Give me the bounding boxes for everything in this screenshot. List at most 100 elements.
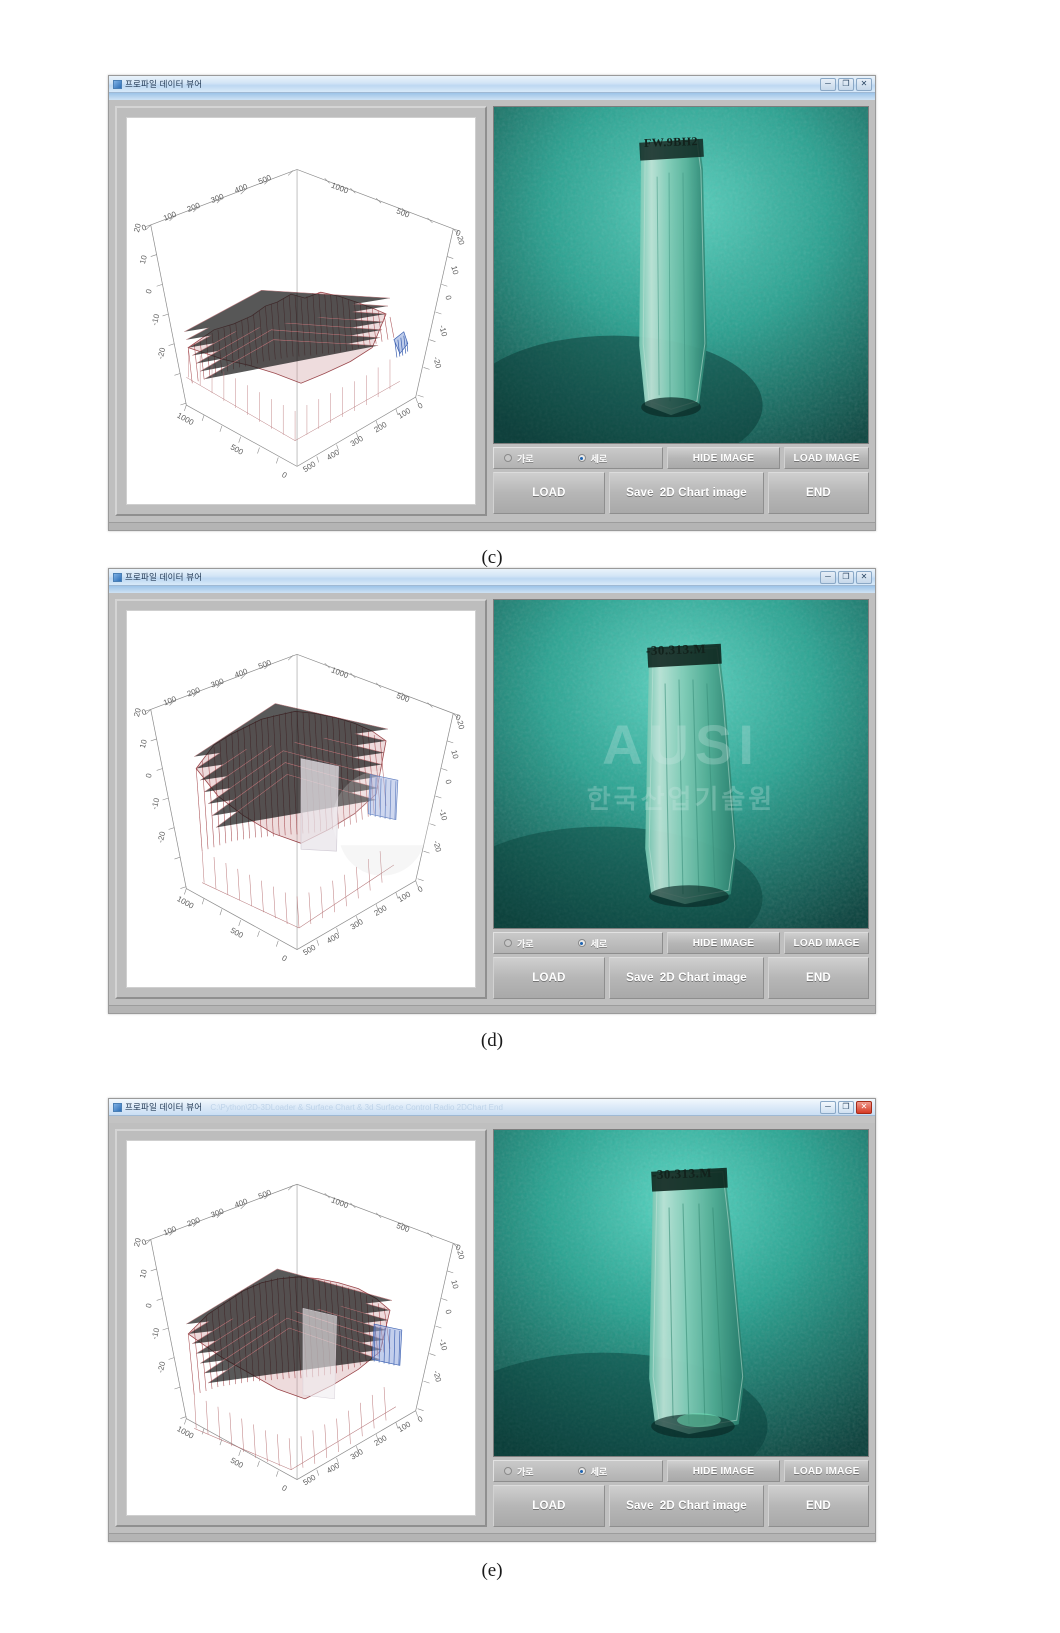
profile-data-viewer-window-d: 프로파일 데이터 뷰어 ─ ❐ ✕ 0 100 200 300 400 500 … bbox=[108, 568, 876, 1014]
maximize-button[interactable]: ❐ bbox=[838, 570, 854, 584]
svg-text:0: 0 bbox=[443, 294, 453, 301]
hide-image-button-e[interactable]: HIDE IMAGE bbox=[667, 1460, 780, 1482]
close-button[interactable]: ✕ bbox=[856, 1100, 872, 1114]
maximize-button[interactable]: ❐ bbox=[838, 77, 854, 91]
svg-text:0: 0 bbox=[144, 288, 154, 295]
minimize-button[interactable]: ─ bbox=[820, 570, 836, 584]
orientation-radio-group-d[interactable]: 가로 세로 bbox=[493, 932, 663, 954]
load-button-d[interactable]: LOAD bbox=[493, 957, 605, 999]
orientation-radio-group-c[interactable]: 가로 세로 bbox=[493, 447, 663, 469]
specimen-photo-e[interactable]: -30.313.M bbox=[493, 1129, 869, 1457]
radio-horizontal-label: 가로 bbox=[517, 938, 534, 949]
surface-chart-e[interactable]: 0 100 200 300 400 500 0 500 1000 20 10 0… bbox=[126, 1140, 476, 1516]
svg-text:1000: 1000 bbox=[175, 1424, 195, 1441]
svg-text:0: 0 bbox=[280, 1483, 289, 1493]
maximize-button[interactable]: ❐ bbox=[838, 1100, 854, 1114]
orientation-radio-group-e[interactable]: 가로 세로 bbox=[493, 1460, 663, 1482]
svg-text:200: 200 bbox=[186, 201, 202, 214]
save-label-c: Save bbox=[626, 487, 654, 499]
svg-text:300: 300 bbox=[210, 676, 226, 689]
svg-text:0: 0 bbox=[280, 953, 289, 963]
profile-data-viewer-window-c: 프로파일 데이터 뷰어 ─ ❐ ✕ 0 100 200 300 400 500 … bbox=[108, 75, 876, 531]
svg-text:1000: 1000 bbox=[330, 666, 350, 681]
svg-text:-20: -20 bbox=[432, 840, 444, 854]
radio-horizontal-c[interactable]: 가로 bbox=[504, 452, 534, 465]
chart-pane-e[interactable]: 0 100 200 300 400 500 0 500 1000 20 10 0… bbox=[115, 1129, 487, 1527]
minimize-button[interactable]: ─ bbox=[820, 77, 836, 91]
svg-text:-10: -10 bbox=[437, 808, 449, 822]
svg-text:200: 200 bbox=[186, 685, 202, 698]
radio-dot-icon bbox=[504, 1467, 512, 1475]
close-button[interactable]: ✕ bbox=[856, 77, 872, 91]
svg-text:300: 300 bbox=[349, 917, 365, 932]
save-2d-chart-image-button-c[interactable]: Save 2D Chart image bbox=[609, 472, 764, 514]
hide-image-button-d[interactable]: HIDE IMAGE bbox=[667, 932, 780, 954]
chart-pane-d[interactable]: 0 100 200 300 400 500 0 500 1000 20 10 0… bbox=[115, 599, 487, 999]
load-image-button-d[interactable]: LOAD IMAGE bbox=[784, 932, 869, 954]
svg-text:-20: -20 bbox=[156, 1360, 168, 1374]
titlebar-d: 프로파일 데이터 뷰어 ─ ❐ ✕ bbox=[109, 569, 875, 586]
svg-text:500: 500 bbox=[257, 173, 273, 186]
svg-text:0: 0 bbox=[416, 1414, 425, 1424]
svg-text:-10: -10 bbox=[437, 1338, 449, 1352]
main-action-row-e: LOAD Save 2D Chart image END bbox=[493, 1485, 869, 1527]
statusbar-c bbox=[109, 522, 875, 530]
window-controls-c: ─ ❐ ✕ bbox=[820, 77, 872, 91]
radio-vertical-d[interactable]: 세로 bbox=[577, 937, 608, 950]
radio-dot-icon bbox=[504, 939, 512, 947]
surface-chart-d[interactable]: 0 100 200 300 400 500 0 500 1000 20 10 0… bbox=[126, 610, 476, 988]
save-label-e: Save bbox=[626, 1500, 654, 1512]
minimize-button[interactable]: ─ bbox=[820, 1100, 836, 1114]
radio-horizontal-d[interactable]: 가로 bbox=[504, 937, 534, 950]
radio-vertical-e[interactable]: 세로 bbox=[577, 1465, 607, 1478]
svg-text:200: 200 bbox=[373, 1433, 389, 1448]
close-button[interactable]: ✕ bbox=[856, 570, 872, 584]
save-2d-chart-image-button-e[interactable]: Save 2D Chart image bbox=[609, 1485, 764, 1527]
end-button-e[interactable]: END bbox=[768, 1485, 869, 1527]
svg-text:10: 10 bbox=[449, 749, 460, 760]
svg-text:20: 20 bbox=[455, 1250, 466, 1261]
load-image-button-e[interactable]: LOAD IMAGE bbox=[784, 1460, 869, 1482]
save-2d-chart-image-button-d[interactable]: Save 2D Chart image bbox=[609, 957, 764, 999]
window-controls-e: ─ ❐ ✕ bbox=[820, 1100, 872, 1114]
svg-text:0: 0 bbox=[144, 772, 154, 779]
svg-text:0: 0 bbox=[443, 779, 453, 786]
load-image-button-c[interactable]: LOAD IMAGE bbox=[784, 447, 869, 469]
radio-vertical-c[interactable]: 세로 bbox=[577, 452, 607, 465]
titlebar-background-text bbox=[202, 569, 820, 585]
figure-c: 프로파일 데이터 뷰어 ─ ❐ ✕ 0 100 200 300 400 500 … bbox=[108, 75, 876, 569]
svg-text:-20: -20 bbox=[156, 830, 168, 844]
svg-text:500: 500 bbox=[301, 459, 317, 474]
end-button-c[interactable]: END bbox=[768, 472, 869, 514]
window-accent-strip bbox=[109, 586, 875, 593]
image-controls-row-e: 가로 세로 HIDE IMAGE LOAD IMAGE bbox=[493, 1460, 869, 1482]
radio-horizontal-label: 가로 bbox=[517, 1466, 534, 1477]
save-2d-label-e: 2D Chart image bbox=[659, 1500, 747, 1512]
radio-vertical-label: 세로 bbox=[590, 938, 608, 949]
svg-text:20: 20 bbox=[455, 720, 466, 731]
load-button-c[interactable]: LOAD bbox=[493, 472, 605, 514]
svg-text:400: 400 bbox=[233, 182, 249, 195]
chart-pane-c[interactable]: 0 100 200 300 400 500 0 500 1000 20 10 0… bbox=[115, 106, 487, 516]
svg-text:-20: -20 bbox=[156, 346, 168, 360]
figure-caption-d: (d) bbox=[480, 1030, 504, 1051]
app-icon bbox=[113, 572, 122, 582]
hide-image-button-c[interactable]: HIDE IMAGE bbox=[667, 447, 780, 469]
end-button-d[interactable]: END bbox=[768, 957, 869, 999]
load-button-e[interactable]: LOAD bbox=[493, 1485, 605, 1527]
svg-text:200: 200 bbox=[373, 420, 389, 435]
svg-text:500: 500 bbox=[301, 942, 317, 957]
svg-text:0: 0 bbox=[416, 400, 425, 410]
radio-horizontal-e[interactable]: 가로 bbox=[504, 1465, 534, 1478]
statusbar-e bbox=[109, 1533, 875, 1541]
figure-caption-c: (c) bbox=[481, 547, 503, 568]
svg-text:500: 500 bbox=[395, 206, 411, 219]
main-action-row-d: LOAD Save 2D Chart image END bbox=[493, 957, 869, 999]
svg-text:10: 10 bbox=[138, 254, 149, 265]
specimen-photo-d[interactable]: AUSI 한국산업기술원 -30.313.M bbox=[493, 599, 869, 929]
specimen-photo-c[interactable]: FW.9BH2 bbox=[493, 106, 869, 444]
surface-chart-c[interactable]: 0 100 200 300 400 500 0 500 1000 20 10 0… bbox=[126, 117, 476, 505]
svg-text:300: 300 bbox=[349, 433, 365, 448]
figure-page: 프로파일 데이터 뷰어 ─ ❐ ✕ 0 100 200 300 400 500 … bbox=[0, 0, 1060, 1633]
save-label-d: Save bbox=[626, 972, 654, 984]
